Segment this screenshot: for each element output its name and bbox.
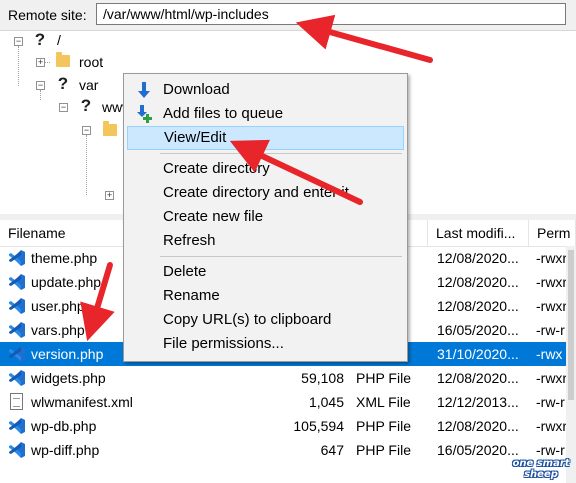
filetype-cell: PHP File: [356, 418, 411, 434]
menu-item-label: Copy URL(s) to clipboard: [163, 311, 332, 328]
last-modified-cell: 12/08/2020...: [437, 418, 519, 434]
filesize-cell: 59,108: [301, 370, 344, 386]
scrollbar-thumb[interactable]: [568, 250, 574, 400]
column-header-last-modified[interactable]: Last modifi...: [428, 220, 529, 246]
php-file-icon: [8, 297, 26, 315]
last-modified-cell: 12/12/2013...: [437, 394, 519, 410]
php-file-icon: [8, 321, 26, 339]
menu-item-label: Create new file: [163, 208, 264, 225]
column-header-permissions[interactable]: Perm: [529, 220, 576, 246]
tree-node-root[interactable]: root: [79, 54, 103, 70]
filetype-cell: XML File: [356, 394, 411, 410]
folder-icon: [56, 52, 70, 67]
filetype-cell: PHP File: [356, 442, 411, 458]
filename-cell: wp-db.php: [31, 418, 97, 434]
filename-cell: wp-diff.php: [31, 442, 100, 458]
menu-item-add-files-to-queue[interactable]: Add files to queue: [127, 102, 404, 126]
php-file-icon: [8, 273, 26, 291]
menu-item-label: Download: [163, 81, 230, 98]
filetype-cell: PHP File: [356, 370, 411, 386]
php-file-icon: [8, 369, 26, 387]
menu-separator: [160, 256, 402, 257]
php-file-icon: [8, 441, 26, 459]
table-row[interactable]: wp-db.php 105,594 PHP File 12/08/2020... -rw…: [0, 414, 576, 438]
tree-expand-icon[interactable]: +: [36, 58, 45, 67]
filename-cell: wlwmanifest.xml: [31, 394, 133, 410]
menu-item-label: Add files to queue: [163, 105, 284, 122]
last-modified-cell: 12/08/2020...: [437, 370, 519, 386]
file-list-scrollbar[interactable]: [566, 246, 576, 483]
download-arrow-icon: [135, 81, 153, 99]
menu-item-create-directory[interactable]: Create directory: [127, 157, 404, 181]
menu-item-create-directory-and-enter-it[interactable]: Create directory and enter it: [127, 181, 404, 205]
tree-node-var[interactable]: var: [79, 77, 98, 93]
context-menu: Download Add files to queue View/Edit Creat…: [123, 73, 408, 362]
table-row[interactable]: wlwmanifest.xml 1,045 XML File 12/12/2013..…: [0, 390, 576, 414]
php-file-icon: [8, 345, 26, 363]
folder-icon: [103, 121, 117, 136]
menu-item-label: Delete: [163, 263, 207, 280]
remote-site-label: Remote site:: [8, 7, 87, 23]
tree-expand-icon[interactable]: +: [105, 191, 114, 200]
one-smart-sheep-logo: one smart sheep: [512, 458, 570, 480]
tree-collapse-icon[interactable]: −: [36, 81, 45, 90]
menu-item-delete[interactable]: Delete: [127, 260, 404, 284]
menu-item-label: Create directory: [163, 160, 270, 177]
remote-site-path-input[interactable]: /var/www/html/wp-includes: [96, 3, 566, 25]
menu-item-rename[interactable]: Rename: [127, 284, 404, 308]
unknown-folder-icon: ?: [57, 74, 70, 94]
menu-item-view-edit[interactable]: View/Edit: [127, 126, 404, 150]
filesize-cell: 105,594: [293, 418, 344, 434]
table-row[interactable]: wp-diff.php 647 PHP File 16/05/2020... -rw-r: [0, 438, 576, 462]
last-modified-cell: 12/08/2020...: [437, 274, 519, 290]
menu-item-create-new-file[interactable]: Create new file: [127, 205, 404, 229]
menu-item-copy-url-s-to-clipboard[interactable]: Copy URL(s) to clipboard: [127, 308, 404, 332]
filename-cell: widgets.php: [31, 370, 106, 386]
filesize-cell: 647: [320, 442, 344, 458]
menu-item-file-permissions[interactable]: File permissions...: [127, 332, 404, 356]
table-row[interactable]: widgets.php 59,108 PHP File 12/08/2020... -r…: [0, 366, 576, 390]
menu-item-refresh[interactable]: Refresh: [127, 229, 404, 253]
last-modified-cell: 16/05/2020...: [437, 322, 519, 338]
filesize-cell: 1,045: [308, 394, 344, 410]
menu-item-label: Refresh: [163, 232, 216, 249]
tree-collapse-icon[interactable]: −: [82, 126, 91, 135]
tree-node-root-slash[interactable]: /: [57, 32, 61, 48]
unknown-folder-icon: ?: [80, 96, 93, 116]
add-to-queue-icon: [135, 105, 153, 123]
tree-collapse-icon[interactable]: −: [14, 37, 23, 46]
php-file-icon: [8, 417, 26, 435]
menu-separator: [160, 153, 402, 154]
remote-site-bar: Remote site: /var/www/html/wp-includes: [0, 0, 576, 31]
menu-item-label: Rename: [163, 287, 220, 304]
menu-item-label: View/Edit: [164, 129, 227, 146]
last-modified-cell: 12/08/2020...: [437, 250, 519, 266]
tree-collapse-icon[interactable]: −: [59, 103, 68, 112]
menu-item-label: Create directory and enter it: [163, 184, 349, 201]
unknown-folder-icon: ?: [34, 30, 47, 50]
last-modified-cell: 12/08/2020...: [437, 298, 519, 314]
last-modified-cell: 31/10/2020...: [437, 346, 519, 362]
php-file-icon: [8, 249, 26, 267]
menu-item-label: File permissions...: [163, 335, 284, 352]
menu-item-download[interactable]: Download: [127, 78, 404, 102]
text-file-icon: [10, 393, 23, 410]
